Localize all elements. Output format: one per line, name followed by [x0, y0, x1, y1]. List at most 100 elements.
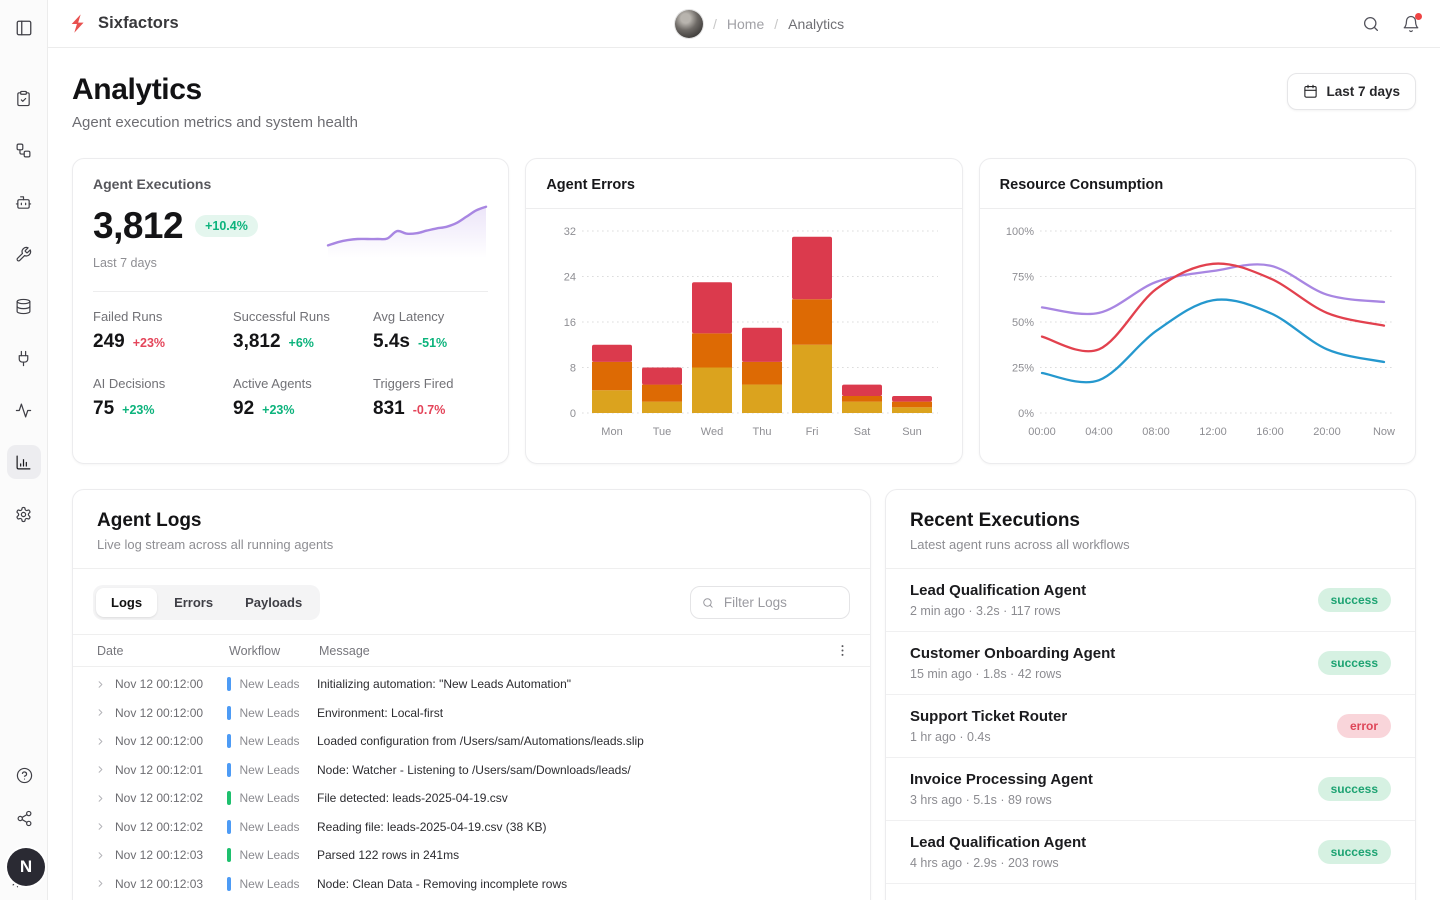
tab-logs[interactable]: Logs [96, 588, 157, 617]
svg-text:100%: 100% [1006, 226, 1034, 238]
sidebar-item-tools[interactable] [7, 237, 41, 271]
execution-row[interactable]: Lead Qualification Agent 4 hrs ago · 2.9… [886, 821, 1415, 884]
tab-label: Payloads [245, 595, 302, 610]
brand-name: Sixfactors [98, 14, 179, 33]
table-options-button[interactable] [826, 643, 850, 658]
status-badge: success [1318, 588, 1391, 612]
execution-row[interactable]: Customer Onboarding Agent 15 min ago · 1… [886, 632, 1415, 695]
svg-text:Wed: Wed [701, 426, 723, 438]
filter-logs-field[interactable] [690, 586, 850, 619]
log-date: Nov 12 00:12:00 [115, 706, 227, 720]
column-date: Date [97, 644, 229, 658]
recent-executions-panel: Recent Executions Latest agent runs acro… [885, 489, 1416, 900]
help-button[interactable] [7, 762, 41, 788]
share-nodes-icon [16, 810, 33, 827]
chevron-right-icon[interactable] [95, 764, 115, 775]
stat-delta: +23% [262, 403, 294, 417]
share-button[interactable] [7, 805, 41, 831]
workflow-level-bar [227, 820, 231, 834]
log-row[interactable]: Nov 12 00:12:00 New Leads Initializing a… [73, 670, 870, 699]
breadcrumb-current: Analytics [788, 16, 844, 32]
svg-text:24: 24 [564, 272, 576, 284]
log-workflow-name: New Leads [240, 791, 300, 805]
log-row[interactable]: Nov 12 00:12:02 New Leads Reading file: … [73, 813, 870, 842]
card-title: Resource Consumption [1000, 177, 1164, 193]
log-row[interactable]: Nov 12 00:12:03 New Leads Node: Clean Da… [73, 870, 870, 899]
chevron-right-icon[interactable] [95, 821, 115, 832]
chevron-right-icon[interactable] [95, 793, 115, 804]
chevron-right-icon[interactable] [95, 707, 115, 718]
sidebar-item-integrations[interactable] [7, 341, 41, 375]
stat-delta: -0.7% [413, 403, 446, 417]
notification-dot [1415, 13, 1422, 20]
logs-table-header: Date Workflow Message [73, 634, 870, 667]
filter-logs-input[interactable] [722, 594, 838, 611]
log-row[interactable]: Nov 12 00:12:00 New Leads Loaded configu… [73, 727, 870, 756]
svg-text:Sat: Sat [854, 426, 871, 438]
chevron-right-icon[interactable] [95, 679, 115, 690]
log-workflow-name: New Leads [240, 848, 300, 862]
log-workflow: New Leads [227, 734, 317, 748]
workflow-level-bar [227, 848, 231, 862]
user-avatar[interactable] [675, 10, 703, 38]
svg-text:00:00: 00:00 [1028, 426, 1056, 438]
log-row[interactable]: Nov 12 00:12:02 New Leads File detected:… [73, 784, 870, 813]
stat-label: Triggers Fired [373, 376, 488, 391]
search-button[interactable] [1362, 15, 1380, 33]
sidebar-item-tasks[interactable] [7, 81, 41, 115]
page-title: Analytics [72, 73, 358, 107]
resource-consumption-card: Resource Consumption 0%25%50%75%100%00:0… [979, 158, 1416, 464]
date-range-button[interactable]: Last 7 days [1287, 73, 1416, 110]
log-row[interactable]: Nov 12 00:12:00 New Leads Environment: L… [73, 699, 870, 728]
stat-value: 3,812 [233, 331, 281, 353]
svg-text:16:00: 16:00 [1256, 426, 1284, 438]
page-header: Analytics Agent execution metrics and sy… [72, 73, 1416, 131]
plug-icon [15, 350, 32, 367]
log-workflow-name: New Leads [240, 877, 300, 891]
chevron-right-icon[interactable] [95, 878, 115, 889]
user-avatar-badge[interactable]: N [7, 848, 45, 886]
svg-text:Tue: Tue [653, 426, 672, 438]
execution-row[interactable]: Lead Qualification Agent 2 min ago · 3.2… [886, 569, 1415, 632]
workflow-level-bar [227, 677, 231, 691]
tab-payloads[interactable]: Payloads [230, 588, 317, 617]
log-row[interactable]: Nov 12 00:12:03 New Leads Parsed 122 row… [73, 841, 870, 870]
chevron-right-icon[interactable] [95, 850, 115, 861]
workflow-level-bar [227, 791, 231, 805]
sidebar-item-workflows[interactable] [7, 133, 41, 167]
execution-row[interactable]: Invoice Processing Agent 3 hrs ago · 5.1… [886, 758, 1415, 821]
sidebar-item-settings[interactable] [7, 497, 41, 531]
stat-label: AI Decisions [93, 376, 233, 391]
help-circle-icon [16, 767, 33, 784]
tab-label: Errors [174, 595, 213, 610]
errors-chart: 08162432MonTueWedThuFriSatSun [546, 213, 943, 445]
sidebar-item-activity[interactable] [7, 393, 41, 427]
card-title: Agent Errors [546, 177, 635, 193]
svg-text:75%: 75% [1012, 272, 1034, 284]
chevron-right-icon[interactable] [95, 736, 115, 747]
log-workflow-name: New Leads [240, 820, 300, 834]
tab-errors[interactable]: Errors [159, 588, 228, 617]
bar-chart-icon [15, 454, 32, 471]
sidebar-item-database[interactable] [7, 289, 41, 323]
log-message: Parsed 122 rows in 241ms [317, 848, 850, 862]
topbar: Sixfactors / Home / Analytics [48, 0, 1440, 48]
brand[interactable]: Sixfactors [68, 13, 179, 34]
logs-toolbar: Logs Errors Payloads [73, 569, 870, 634]
bottom-panels: Agent Logs Live log stream across all ru… [72, 489, 1416, 900]
sidebar-item-analytics[interactable] [7, 445, 41, 479]
breadcrumb-home[interactable]: Home [727, 16, 764, 32]
log-row[interactable]: Nov 12 00:12:01 New Leads Node: Watcher … [73, 756, 870, 785]
sidebar-bottom: N [0, 762, 48, 890]
log-date: Nov 12 00:12:03 [115, 848, 227, 862]
stat-label: Successful Runs [233, 309, 373, 324]
svg-text:32: 32 [564, 226, 576, 238]
sidebar-item-agents[interactable] [7, 185, 41, 219]
execution-meta: 15 min ago · 1.8s · 42 rows [910, 667, 1115, 681]
stat-label: Failed Runs [93, 309, 233, 324]
log-date: Nov 12 00:12:02 [115, 791, 227, 805]
execution-row[interactable]: Support Ticket Router 1 hr ago · 0.4s er… [886, 695, 1415, 758]
svg-text:0: 0 [570, 408, 576, 420]
notifications-button[interactable] [1402, 15, 1420, 33]
sidebar-toggle-button[interactable] [15, 19, 33, 37]
